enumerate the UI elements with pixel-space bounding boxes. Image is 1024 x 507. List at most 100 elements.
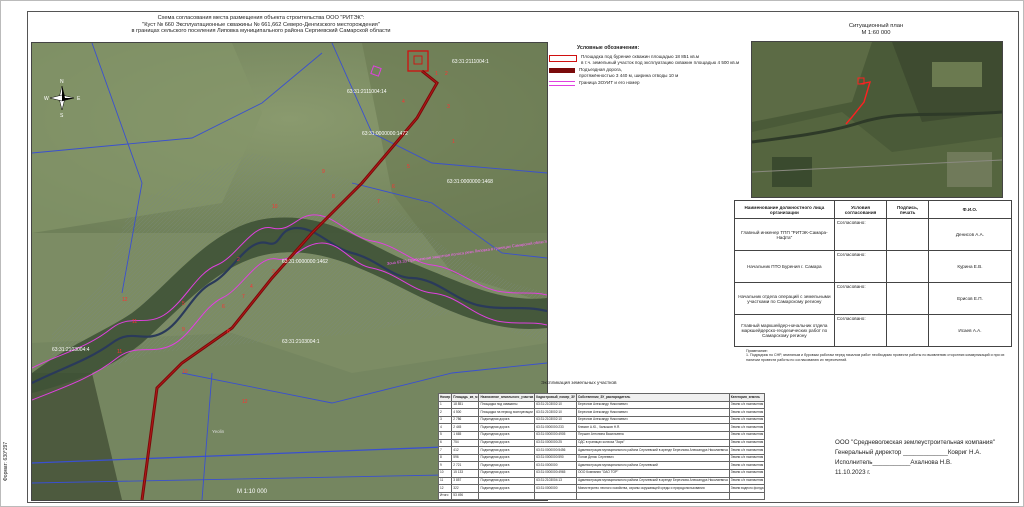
plots-row: 24 500 Площадка на период эксплуатации 63:… (437, 408, 766, 417)
plots-cell: 63:31:2103002:10 (534, 408, 577, 417)
plots-cell: 63:31:0000000:5456 (534, 446, 577, 455)
parcel-num: 3 (447, 104, 450, 110)
plots-cell: ОДС в границах колхоза "Заря" (575, 438, 730, 448)
drawing-title: Схема согласования места размещения объе… (111, 15, 411, 35)
plots-cell: 412 (451, 446, 480, 455)
note-text: 1. Подрядчик по СНР, земляным и буровым … (746, 353, 1005, 362)
parcel-num: 11 (132, 319, 137, 325)
company-director: Генеральный директор _____________Ковриг… (835, 449, 982, 456)
parcel-num: 10 (272, 204, 278, 210)
agreement-position: Главный маркшейдер-начальник отдела марк… (734, 314, 835, 347)
parcel-num: 2 (445, 71, 448, 77)
plots-cell: Площадка под скважины (478, 400, 536, 410)
parcel-num: 4 (250, 284, 253, 290)
plots-cell: Земли с/х назначения (728, 400, 766, 410)
agreement-position: Начальник ПТО Бурения г. Самара (734, 250, 835, 283)
parcel-num: 11 (117, 349, 122, 355)
plots-row: 32 786 Подъездная дорога 63:31:2103002:10 Б… (437, 415, 766, 425)
agreement-sign[interactable] (886, 250, 929, 283)
plots-cell: ООО Компания "ОАО ТОР" (575, 468, 730, 478)
plots-total-row: Итого 53 496 (437, 491, 766, 501)
agreement-header: Подпись, печать (886, 200, 929, 219)
parcel-num: 2 (237, 257, 240, 263)
plots-cell: Земли с/х назначения (728, 408, 766, 417)
plots-row: 12 322 Подъездная дорога 63:31:0000000 Минис… (437, 484, 766, 493)
agreement-header: Наименование должностного лица организац… (734, 200, 835, 219)
parcel-num: 5 (407, 164, 410, 170)
agreement-name: Денисов А.А. (927, 218, 1013, 251)
plots-cell: 63:31:2103002:10 (534, 415, 577, 425)
plots-cell: Администрация муниципального района Серг… (575, 461, 730, 470)
agreement-position: Главный инженер ТПП "РИТЭК-Самара-Нафта" (734, 218, 835, 251)
agreement-header-row: Наименование должностного лица организац… (734, 200, 1013, 219)
agreement-name: Ерисов Е.П. (927, 282, 1013, 315)
plots-cell: Земли с/х назначения (728, 468, 766, 478)
plots-cell: 63:31:0000000:4965 (534, 468, 577, 478)
parcel-num: 4 (402, 99, 405, 105)
plots-cell: Березлов Александр Николаевич (575, 408, 730, 417)
plots-cell: Министерство лесного хозяйства, охраны о… (575, 484, 730, 493)
agreement-status: Согласовано: (833, 250, 888, 283)
situation-map[interactable] (751, 41, 1003, 198)
parcel-num: 8 (332, 194, 335, 200)
parcel-num: 8 (227, 329, 230, 335)
title-line-3: в границах сельского поселения Липовка м… (131, 28, 391, 35)
plots-cell: Першин Антонина Васильевна (575, 430, 730, 440)
legend-item: Граница ЗОУИТ и его номер (549, 80, 749, 87)
plots-cell: Березлов Александр Николаевич (575, 400, 730, 410)
compass-n: N (60, 79, 64, 85)
legend: Условные обозначения: Площадка под бурен… (549, 45, 749, 88)
agreement-header: Ф.И.О. (927, 200, 1013, 219)
compass-w: W (44, 96, 49, 102)
drawing-sheet: Схема согласования места размещения объе… (0, 0, 1024, 507)
plots-cell: Подъездная дорога (478, 438, 536, 448)
plots-header: Кадастровый_номер_ЗУ (534, 393, 577, 402)
plots-row: 1 18 851 Площадка под скважины 63:31:210300… (437, 400, 766, 410)
plots-row: 42 445 Подъездная дорога 63:31:0000000:233… (437, 423, 766, 432)
plots-cell: 322 (451, 484, 480, 493)
parcel-num: 7 (242, 294, 245, 300)
agreement-sign[interactable] (886, 218, 929, 251)
plots-header: Назначение_земельного_участка (478, 393, 536, 402)
plots-cell: Земли с/х назначения (728, 476, 766, 486)
parcel-num: 12 (242, 399, 248, 405)
parcel-num: 9 (182, 327, 185, 333)
legend-heading: Условные обозначения: (577, 45, 640, 51)
cad-label-5: 63:31:0000000:1462 (282, 259, 328, 265)
plots-cell: 63:31:0000000:25 (534, 438, 577, 448)
plots-cell: 6 (437, 438, 453, 448)
agreement-sign[interactable] (886, 314, 929, 347)
plots-cell: 1 (437, 400, 453, 410)
plots-cell: Попов Денис Сергеевич (575, 453, 730, 463)
cad-label-3: 63:31:0000000:1472 (362, 131, 408, 137)
agreement-row: Начальник ПТО Бурения г. Самара Согласов… (734, 250, 1013, 283)
plots-cell: Земли с/х назначения (728, 438, 766, 448)
agreement-status: Согласовано: (833, 282, 888, 315)
plots-table: Номер Площадь_кв_м Назначение_земельного… (437, 393, 766, 501)
agreement-sign[interactable] (886, 282, 929, 315)
plots-cell: 754 (451, 438, 480, 448)
parcel-num: 5 (182, 301, 185, 307)
parcel-num: 10 (182, 369, 188, 375)
parcel-num: 9 (322, 169, 325, 175)
plots-cell: Подъездная дорога (478, 423, 536, 432)
plots-cell: 63:31:0000000 (534, 461, 577, 470)
plots-row: 10 15 133 Подъездная дорога 63:31:0000000:4… (437, 468, 766, 478)
plots-cell: Подъездная дорога (478, 476, 536, 486)
plots-cell: 2 445 (451, 423, 480, 432)
plots-cell: Подъездная дорога (478, 415, 536, 425)
plots-cell: 10 (437, 468, 453, 478)
legend-item: Площадка под бурение скважин площадью 18… (549, 54, 749, 65)
plots-cell: Земли с/х назначения (728, 415, 766, 425)
plots-cell: 63:31:0000000:4905 (534, 430, 577, 440)
plots-cell: 63:31:0000000:233 (534, 423, 577, 432)
parcel-num: 6 (392, 184, 395, 190)
plots-cell: Подъездная дорога (478, 430, 536, 440)
sheet-format: Формат: 630*297 (3, 441, 9, 481)
plots-title: Экспликация земельных участков (541, 381, 617, 386)
legend-item: Подъездная дорога, протяжённостью 3 440 … (549, 67, 749, 78)
agreement-header: Условия согласования (833, 200, 888, 219)
plots-cell: Клюкин А.Ю., Чалышов Н.Я. (575, 423, 730, 432)
plots-cell: Земли с/х назначения (728, 430, 766, 440)
cad-label-4: 63:31:0000000:1468 (447, 179, 493, 185)
